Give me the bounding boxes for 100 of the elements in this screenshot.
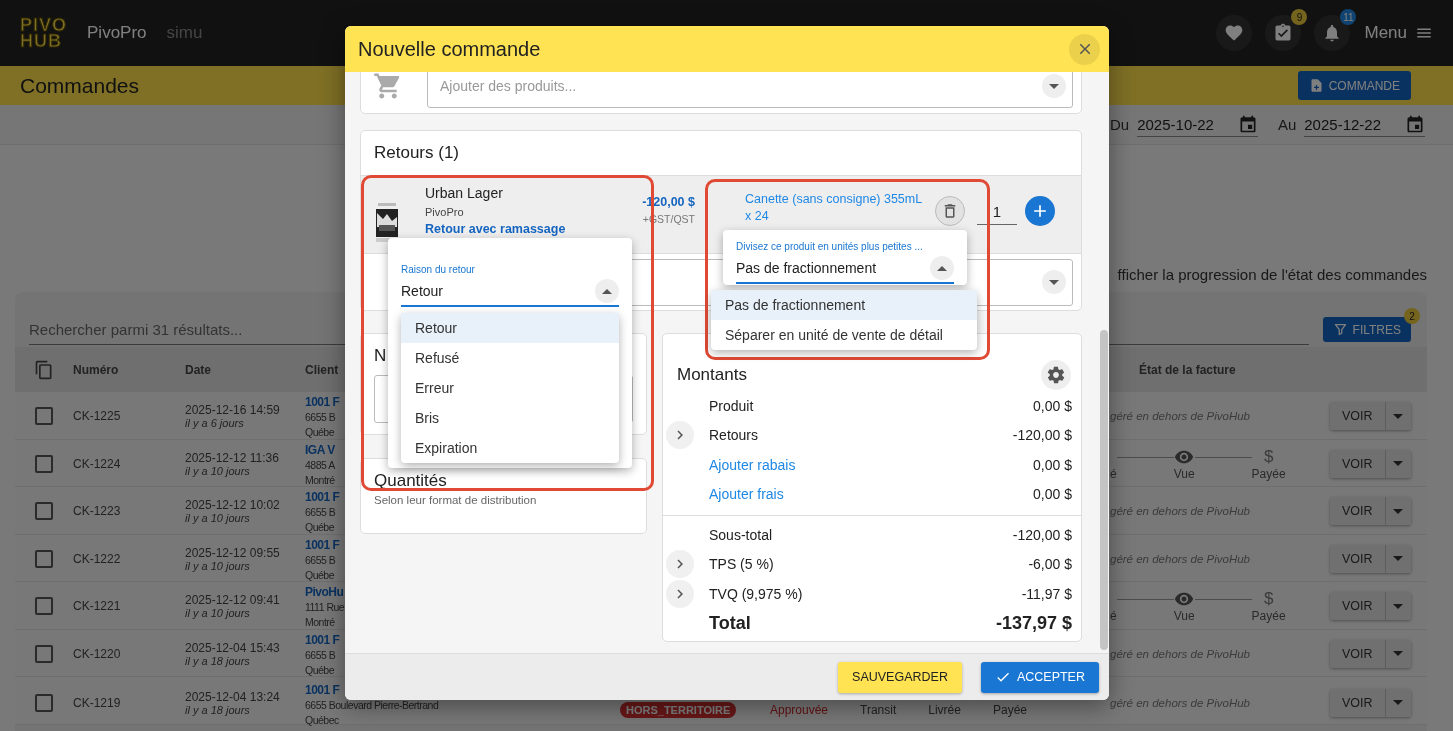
- order-step-label: Livrée: [928, 703, 961, 717]
- client-link[interactable]: IGA V: [305, 442, 335, 458]
- date-label: Au: [1277, 116, 1297, 133]
- close-button[interactable]: [1069, 33, 1100, 65]
- section-title: Retours (1): [373, 142, 461, 164]
- invoice-status: géré en dehors de PivoHub: [1110, 552, 1250, 565]
- row-checkbox[interactable]: [35, 693, 53, 712]
- return-reason-select[interactable]: Raison du retour Retour: [401, 264, 619, 307]
- client-link[interactable]: 1001 F: [305, 490, 340, 505]
- menu-button[interactable]: Menu: [1364, 23, 1433, 43]
- more-actions-button[interactable]: [1385, 497, 1411, 525]
- expand-button[interactable]: [666, 421, 694, 450]
- menu-option[interactable]: Retour: [401, 313, 619, 343]
- amount-value: -11,97 $: [1021, 585, 1072, 602]
- view-button[interactable]: VOIR: [1330, 497, 1386, 525]
- date-field[interactable]: 2025-12-22: [1304, 112, 1425, 137]
- more-actions-button[interactable]: [1385, 592, 1411, 620]
- client-link[interactable]: 1001 F: [305, 632, 340, 648]
- client-link[interactable]: 1001 F: [305, 683, 340, 698]
- more-actions-button[interactable]: [1385, 402, 1411, 430]
- client-address: Québe: [305, 520, 335, 535]
- relative-time: il y a 10 jours: [185, 464, 250, 477]
- order-date: 2025-12-16 14:59: [185, 403, 280, 417]
- row-checkbox[interactable]: [35, 644, 53, 663]
- menu-option[interactable]: Expiration: [401, 433, 619, 463]
- add-link[interactable]: Ajouter rabais: [709, 456, 1034, 473]
- client-address: 6655 Boulevard Pierre-Bertrand: [305, 698, 439, 713]
- view-button[interactable]: VOIR: [1330, 544, 1386, 573]
- notifications-button[interactable]: [1314, 15, 1351, 51]
- menu-option[interactable]: Pas de fractionnement: [711, 290, 977, 320]
- more-actions-button[interactable]: [1385, 449, 1411, 478]
- count-badge: 11: [1340, 9, 1357, 25]
- client-link[interactable]: 1001 F: [305, 395, 340, 410]
- amount-value: -120,00 $: [1012, 526, 1072, 543]
- client-address: Québec: [305, 713, 339, 728]
- more-actions-button[interactable]: [1385, 688, 1411, 717]
- date-field[interactable]: 2025-10-22: [1137, 112, 1258, 137]
- caret-down-icon: [1393, 651, 1404, 656]
- row-checkbox[interactable]: [35, 454, 53, 473]
- view-button[interactable]: VOIR: [1330, 592, 1386, 620]
- select-all-icon: [34, 359, 54, 380]
- return-type-link[interactable]: Retour avec ramassage: [425, 222, 566, 236]
- menu-option[interactable]: Séparer en unité de vente de détail: [711, 320, 977, 350]
- expand-button[interactable]: [666, 579, 694, 608]
- row-checkbox[interactable]: [35, 549, 53, 568]
- quantity-field[interactable]: 1: [977, 197, 1017, 225]
- caret-down-icon: [1049, 279, 1059, 285]
- filters-button[interactable]: FILTRES: [1322, 317, 1411, 342]
- section-title: Quantités: [374, 471, 448, 491]
- settings-button[interactable]: [1041, 360, 1071, 390]
- caret-up-icon: [937, 265, 947, 271]
- accept-button[interactable]: ACCEPTER: [980, 661, 1099, 693]
- client-address: Québe: [305, 567, 335, 583]
- row-checkbox[interactable]: [35, 502, 53, 520]
- add-button[interactable]: [1025, 196, 1055, 226]
- add-link[interactable]: Ajouter frais: [709, 486, 1034, 503]
- amount-label: TVQ (9,975 %): [709, 585, 804, 602]
- scrollbar[interactable]: [1100, 330, 1108, 650]
- amount-value: 0,00 $: [1033, 486, 1072, 503]
- client-link[interactable]: 1001 F: [305, 537, 340, 553]
- order-number: CK-1219: [73, 695, 121, 710]
- column-header: Client: [305, 362, 340, 377]
- settings-icon: [1046, 365, 1066, 385]
- tasks-button[interactable]: [1265, 15, 1302, 51]
- count-badge: 9: [1291, 9, 1308, 25]
- order-date: 2025-12-12 10:02: [185, 498, 280, 512]
- row-checkbox[interactable]: [35, 407, 53, 425]
- view-button[interactable]: VOIR: [1330, 402, 1386, 430]
- amount-label: Sous-total: [709, 526, 774, 543]
- menu-option[interactable]: Refusé: [401, 343, 619, 373]
- caret-down-icon: [1393, 603, 1404, 609]
- view-button[interactable]: VOIR: [1330, 449, 1386, 478]
- total-value: -137,97 $: [995, 613, 1072, 634]
- dialog-title: Nouvelle commande: [358, 37, 541, 61]
- view-button[interactable]: VOIR: [1330, 639, 1386, 668]
- format-link[interactable]: Canette (sans consigne) 355mL x 24: [745, 191, 927, 225]
- new-order-button[interactable]: COMMANDE: [1297, 71, 1411, 100]
- product-search-field[interactable]: Ajouter des produits...: [427, 72, 1073, 108]
- relative-time: il y a 10 jours: [185, 512, 250, 524]
- client-link[interactable]: PivoHu: [305, 585, 344, 600]
- view-button[interactable]: VOIR: [1330, 688, 1386, 717]
- date-label: Du: [1110, 116, 1130, 133]
- menu-option[interactable]: Bris: [401, 403, 619, 433]
- save-button[interactable]: SAUVEGARDER: [838, 661, 962, 693]
- client-address: 4885 A: [305, 457, 335, 473]
- delete-button[interactable]: [935, 196, 965, 226]
- relative-time: il y a 10 jours: [185, 607, 250, 619]
- order-number: CK-1225: [73, 409, 121, 423]
- split-select[interactable]: Divisez ce produit en unités plus petites ... Pas de fractionnement: [736, 241, 954, 284]
- relative-time: il y a 18 jours: [185, 703, 250, 716]
- row-checkbox[interactable]: [35, 597, 53, 615]
- favorites-button[interactable]: [1216, 15, 1253, 51]
- more-actions-button[interactable]: [1385, 544, 1411, 573]
- dollar-icon: $: [1263, 589, 1274, 609]
- logo[interactable]: PIVO HUB: [20, 17, 67, 49]
- more-actions-button[interactable]: [1385, 639, 1411, 668]
- invoice-step-label: Payée: [1251, 466, 1286, 481]
- order-date: 2025-12-04 15:43: [185, 640, 280, 655]
- menu-option[interactable]: Erreur: [401, 373, 619, 403]
- expand-button[interactable]: [666, 550, 694, 579]
